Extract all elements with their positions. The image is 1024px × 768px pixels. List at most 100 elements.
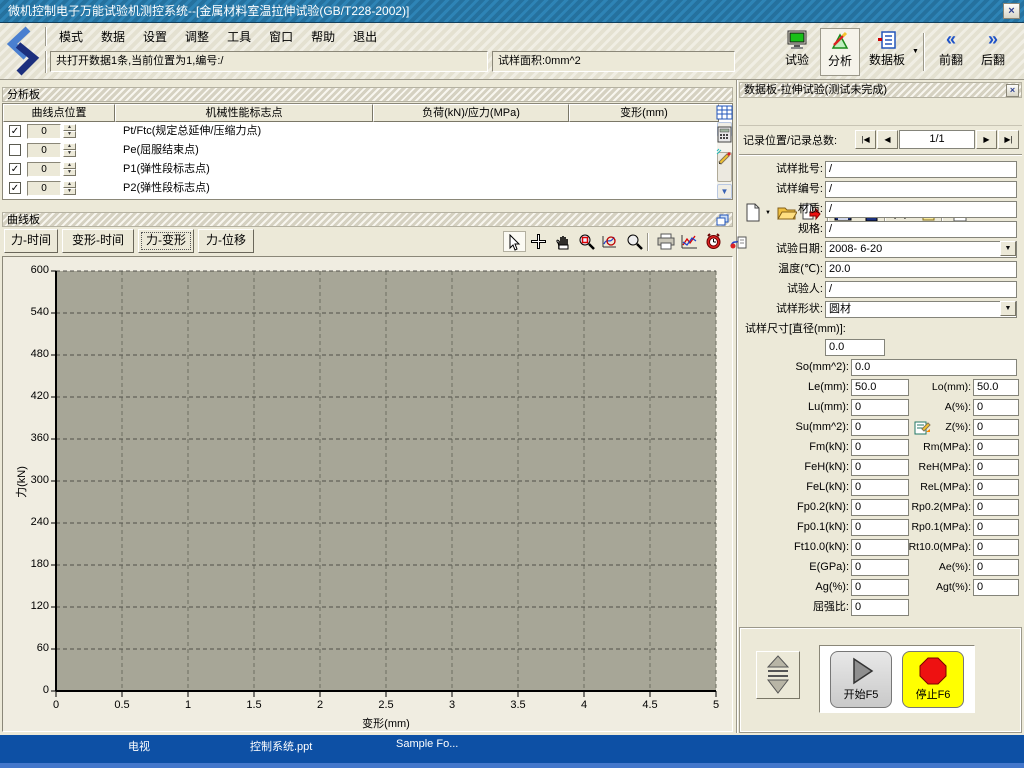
test-button[interactable]: 试验 bbox=[778, 28, 816, 76]
zoom-icon[interactable] bbox=[623, 231, 646, 252]
size-input-row: 0.0 bbox=[739, 338, 1022, 358]
timer-icon[interactable] bbox=[702, 231, 725, 252]
curve-point-position-value[interactable]: 0 bbox=[27, 181, 61, 196]
zoom-box-icon[interactable] bbox=[575, 231, 598, 252]
spin-down-icon[interactable]: ▼ bbox=[63, 169, 76, 176]
open-data-status: 共打开数据1条,当前位置为1,编号:/ bbox=[50, 51, 488, 72]
export-curve-icon[interactable] bbox=[726, 231, 749, 252]
checkbox-checked[interactable]: ✓ bbox=[9, 125, 21, 137]
position-spinner[interactable]: ▲▼ bbox=[63, 181, 76, 196]
menu-item-4[interactable]: 工具 bbox=[218, 25, 260, 48]
pair-right-input[interactable]: 0 bbox=[973, 419, 1019, 436]
curve-point-position-value[interactable]: 0 bbox=[27, 143, 61, 158]
pair-right-input[interactable]: 0 bbox=[973, 399, 1019, 416]
float-window-icon[interactable] bbox=[716, 214, 729, 226]
pair-right-input[interactable]: 0 bbox=[973, 519, 1019, 536]
menu-item-2[interactable]: 设置 bbox=[134, 25, 176, 48]
record-last-button[interactable]: ▶| bbox=[998, 130, 1019, 149]
size-label: 试样尺寸[直径(mm)]: bbox=[745, 320, 945, 339]
pan-hand-icon[interactable] bbox=[551, 231, 574, 252]
taskbar-item-1[interactable]: 控制系统.ppt bbox=[250, 738, 312, 754]
field-value-input[interactable]: / bbox=[825, 161, 1017, 178]
checkbox-checked[interactable]: ✓ bbox=[9, 182, 21, 194]
stop-button[interactable]: 停止F6 bbox=[902, 651, 964, 708]
field-label: 试验人: bbox=[739, 280, 823, 299]
pair-right-input[interactable]: 0 bbox=[973, 539, 1019, 556]
curve-point-position-value[interactable]: 0 bbox=[27, 162, 61, 177]
field-value-input[interactable]: 圆材 bbox=[825, 301, 1017, 318]
menu-item-1[interactable]: 数据 bbox=[92, 25, 134, 48]
spin-up-icon[interactable]: ▲ bbox=[63, 124, 76, 131]
position-spinner[interactable]: ▲▼ bbox=[63, 143, 76, 158]
curve-panel-header: 曲线板 bbox=[2, 212, 733, 227]
ratio-value-input[interactable]: 0 bbox=[851, 599, 909, 616]
size-value-input[interactable]: 0.0 bbox=[825, 339, 885, 356]
scroll-down-icon[interactable]: ▼ bbox=[717, 184, 732, 199]
menu-item-3[interactable]: 调整 bbox=[176, 25, 218, 48]
field-value-input[interactable]: / bbox=[825, 201, 1017, 218]
checkbox-checked[interactable]: ✓ bbox=[9, 163, 21, 175]
field-value-input[interactable]: / bbox=[825, 221, 1017, 238]
pair-right-input[interactable]: 0 bbox=[973, 579, 1019, 596]
spin-up-icon[interactable]: ▲ bbox=[63, 162, 76, 169]
combo-dropdown-icon[interactable]: ▼ bbox=[1000, 301, 1016, 316]
zoom-curve-icon[interactable] bbox=[599, 231, 622, 252]
checkbox[interactable] bbox=[9, 144, 21, 156]
taskbar-item-0[interactable]: 电视 bbox=[128, 738, 150, 754]
x-tick-label: 0 bbox=[41, 699, 71, 711]
edit-pencil-icon[interactable] bbox=[716, 148, 733, 165]
spin-down-icon[interactable]: ▼ bbox=[63, 150, 76, 157]
menu-item-5[interactable]: 窗口 bbox=[260, 25, 302, 48]
record-prev-button[interactable]: ◀ bbox=[877, 130, 898, 149]
position-spinner[interactable]: ▲▼ bbox=[63, 124, 76, 139]
cursor-icon[interactable] bbox=[503, 231, 526, 252]
table-grid-icon[interactable] bbox=[716, 104, 733, 121]
print-curve-icon[interactable] bbox=[654, 231, 677, 252]
menu-item-0[interactable]: 模式 bbox=[50, 25, 92, 48]
data-panel-close-icon[interactable]: × bbox=[1006, 84, 1019, 97]
curve-panel-title: 曲线板 bbox=[7, 214, 40, 226]
next-page-button[interactable]: » 后翻 bbox=[974, 28, 1012, 76]
databoard-caret-icon[interactable]: ▼ bbox=[912, 48, 919, 55]
curve-options-icon[interactable] bbox=[678, 231, 701, 252]
spin-up-icon[interactable]: ▲ bbox=[63, 181, 76, 188]
curve-point-position-value[interactable]: 0 bbox=[27, 124, 61, 139]
pair-right-input[interactable]: 0 bbox=[973, 499, 1019, 516]
pair-right-input[interactable]: 50.0 bbox=[973, 379, 1019, 396]
curve-tab-3[interactable]: 力-位移 bbox=[198, 229, 254, 253]
curve-tab-2[interactable]: 力-变形 bbox=[138, 229, 194, 253]
taskbar-item-2[interactable]: Sample Fo... bbox=[396, 738, 458, 750]
panel-divider[interactable] bbox=[736, 80, 738, 733]
field-value-input[interactable]: 2008- 6-20 bbox=[825, 241, 1017, 258]
close-icon[interactable]: × bbox=[1003, 3, 1020, 19]
combo-dropdown-icon[interactable]: ▼ bbox=[1000, 241, 1016, 256]
prev-page-button[interactable]: « 前翻 bbox=[932, 28, 970, 76]
menu-item-6[interactable]: 帮助 bbox=[302, 25, 344, 48]
start-button[interactable]: 开始F5 bbox=[830, 651, 892, 708]
spin-down-icon[interactable]: ▼ bbox=[63, 188, 76, 195]
databoard-button[interactable]: 数据板 bbox=[864, 28, 910, 76]
pair-right-input[interactable]: 0 bbox=[973, 479, 1019, 496]
mark-point-label: Pe(屈服结束点) bbox=[123, 141, 373, 160]
menu-item-7[interactable]: 退出 bbox=[344, 25, 386, 48]
pair-field-row: Fp0.2(kN):0Rp0.2(MPa):0 bbox=[739, 498, 1022, 518]
field-value-input[interactable]: / bbox=[825, 181, 1017, 198]
record-next-button[interactable]: ▶ bbox=[976, 130, 997, 149]
spin-down-icon[interactable]: ▼ bbox=[63, 131, 76, 138]
curve-tab-1[interactable]: 变形-时间 bbox=[62, 229, 134, 253]
pair-right-input[interactable]: 0 bbox=[973, 439, 1019, 456]
move-cross-icon[interactable] bbox=[527, 231, 550, 252]
field-value-input[interactable]: / bbox=[825, 281, 1017, 298]
pair-right-input[interactable]: 0 bbox=[973, 559, 1019, 576]
crosshead-updown-button[interactable] bbox=[756, 651, 800, 699]
curve-tab-0[interactable]: 力-时间 bbox=[4, 229, 58, 253]
record-first-button[interactable]: |◀ bbox=[855, 130, 876, 149]
analyze-button[interactable]: 分析 bbox=[820, 28, 860, 76]
calculator-icon[interactable] bbox=[716, 126, 733, 143]
x-axis-title: 变形(mm) bbox=[346, 715, 426, 731]
so-value-input[interactable]: 0.0 bbox=[851, 359, 1017, 376]
pair-right-input[interactable]: 0 bbox=[973, 459, 1019, 476]
position-spinner[interactable]: ▲▼ bbox=[63, 162, 76, 177]
spin-up-icon[interactable]: ▲ bbox=[63, 143, 76, 150]
field-value-input[interactable]: 20.0 bbox=[825, 261, 1017, 278]
